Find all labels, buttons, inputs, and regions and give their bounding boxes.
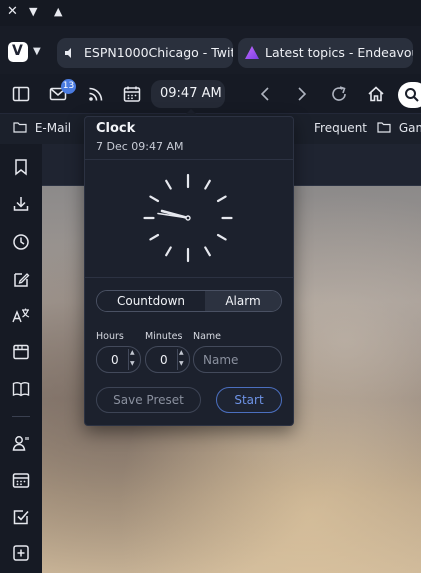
clock-popup: [84, 116, 294, 426]
bookmark-games[interactable]: Gam: [377, 121, 421, 135]
decrement-icon[interactable]: ▼: [130, 360, 135, 367]
tab-label: Latest topics - Endeavour: [265, 45, 413, 60]
calendar-icon[interactable]: [122, 84, 142, 104]
countdown-tab[interactable]: Countdown: [97, 291, 205, 311]
clock-center-dot: [185, 215, 191, 221]
mail-count-badge: 13: [61, 79, 76, 94]
folder-icon: [13, 122, 27, 133]
hours-label: Hours: [96, 331, 124, 342]
bookmarks-panel-icon[interactable]: [11, 157, 31, 177]
alarm-tab[interactable]: Alarm: [205, 291, 281, 311]
search-field[interactable]: [398, 82, 421, 108]
endeavour-icon: [245, 46, 259, 59]
popup-title: Clock: [96, 121, 136, 136]
rss-icon[interactable]: [86, 84, 106, 104]
bookmark-label: E-Mail: [34, 121, 72, 135]
search-icon: [405, 88, 419, 102]
chevron-down-icon[interactable]: ▼: [33, 46, 41, 57]
popup-date: 7 Dec 09:47 AM: [96, 140, 184, 153]
name-label: Name: [193, 331, 222, 342]
bookmark-label: Frequent: [314, 121, 367, 135]
start-button[interactable]: Start: [216, 387, 282, 413]
history-panel-icon[interactable]: [11, 232, 31, 252]
name-input[interactable]: [193, 346, 282, 373]
calendar-panel-icon[interactable]: [11, 470, 31, 490]
tab-endeavour[interactable]: Latest topics - Endeavour: [238, 38, 413, 68]
close-icon[interactable]: ✕: [7, 3, 18, 21]
popup-pointer: [184, 109, 198, 116]
divider: [85, 159, 293, 160]
clock-button[interactable]: 09:47 AM: [151, 80, 225, 108]
analog-clock-face: [143, 173, 233, 263]
stepper-arrows[interactable]: ▲ ▼: [128, 349, 136, 370]
vivaldi-logo-icon: V: [12, 43, 23, 59]
side-panel-divider: [12, 416, 30, 417]
increment-icon[interactable]: ▲: [179, 349, 184, 356]
bookmark-label: Gam: [398, 121, 421, 135]
contacts-panel-icon[interactable]: [11, 433, 31, 453]
minutes-label: Minutes: [145, 331, 183, 342]
tab-espn[interactable]: ESPN1000Chicago - Twit: [57, 38, 233, 68]
window-panel-icon[interactable]: [11, 342, 31, 362]
stepper-arrows[interactable]: ▲ ▼: [177, 349, 185, 370]
minutes-value: 0: [160, 353, 168, 367]
back-icon[interactable]: [255, 84, 275, 104]
maximize-icon[interactable]: ▲: [54, 3, 62, 21]
add-web-panel-icon[interactable]: [11, 543, 31, 563]
reload-icon[interactable]: [329, 84, 349, 104]
clock-time: 09:47 AM: [160, 86, 222, 101]
minimize-icon[interactable]: ▼: [29, 3, 37, 21]
minutes-stepper[interactable]: 0 ▲ ▼: [145, 346, 190, 373]
hours-value: 0: [111, 353, 119, 367]
save-preset-button[interactable]: Save Preset: [96, 387, 201, 413]
forward-icon[interactable]: [292, 84, 312, 104]
downloads-panel-icon[interactable]: [11, 194, 31, 214]
tasks-panel-icon[interactable]: [11, 507, 31, 527]
bookmark-email[interactable]: E-Mail: [13, 121, 71, 135]
tab-label: ESPN1000Chicago - Twit: [84, 45, 233, 60]
window-title-bar: ✕ ▼ ▲: [0, 0, 421, 26]
speaker-icon: [65, 48, 71, 58]
hours-stepper[interactable]: 0 ▲ ▼: [96, 346, 141, 373]
notes-panel-icon[interactable]: [11, 270, 31, 290]
folder-icon: [377, 122, 391, 133]
reading-list-panel-icon[interactable]: [11, 379, 31, 399]
vivaldi-menu-button[interactable]: V: [8, 42, 28, 62]
translate-panel-icon[interactable]: [11, 306, 31, 326]
divider: [85, 277, 293, 278]
increment-icon[interactable]: ▲: [130, 349, 135, 356]
bookmark-frequent[interactable]: Frequent: [294, 121, 367, 135]
home-icon[interactable]: [366, 84, 386, 104]
panel-toggle-icon[interactable]: [11, 84, 31, 104]
decrement-icon[interactable]: ▼: [179, 360, 184, 367]
